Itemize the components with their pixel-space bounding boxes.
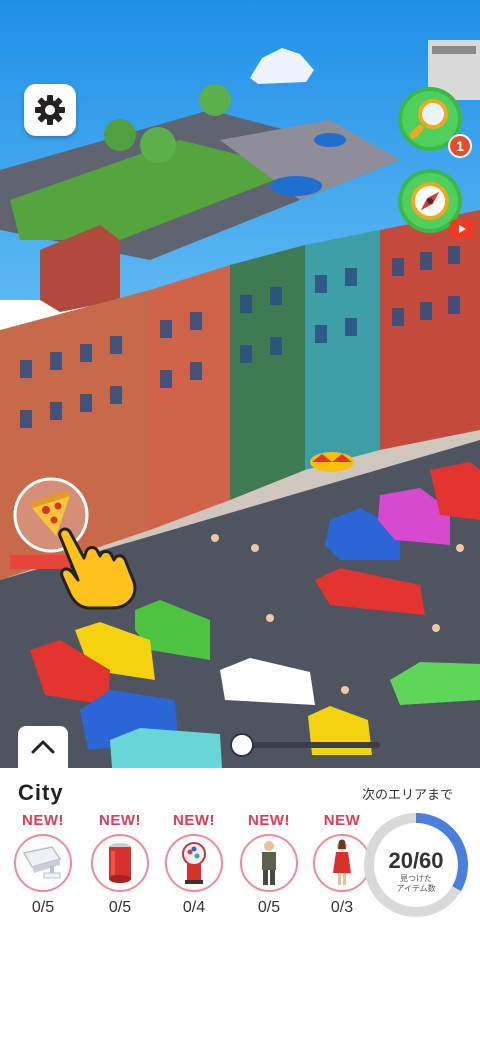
notification-badge: 1 — [448, 134, 472, 158]
item-count: 0/5 — [108, 899, 132, 916]
item-count: 0/5 — [257, 899, 281, 916]
red-can-icon — [109, 843, 131, 883]
target-item-red-can[interactable]: NEW! 0/5 — [89, 812, 151, 917]
man-in-suit-icon — [262, 841, 276, 885]
new-badge: NEW! — [248, 812, 290, 829]
item-count: 0/4 — [182, 899, 206, 916]
woman-in-red-dress-icon — [333, 839, 351, 885]
chevron-up-icon — [31, 740, 55, 754]
target-item-gumball[interactable]: NEW! 0/4 — [163, 812, 225, 917]
settings-button[interactable] — [24, 84, 76, 136]
city-scene[interactable]: 1 — [0, 0, 480, 768]
gear-icon — [35, 95, 65, 125]
progress-caption: 見つけた アイテム数 — [396, 874, 436, 893]
next-area-label: 次のエリアまで — [362, 787, 454, 802]
area-title: City — [18, 780, 64, 805]
gumball-machine-icon — [182, 842, 206, 884]
item-count: 0/5 — [31, 899, 55, 916]
new-badge: NEW! — [173, 812, 215, 829]
collapse-panel-button[interactable] — [18, 726, 68, 768]
new-badge: NEW! — [99, 812, 141, 829]
new-badge: NEW! — [22, 812, 64, 829]
progress-count: 20/60 — [388, 848, 444, 873]
cctv-camera-icon — [22, 846, 62, 879]
target-item-cctv[interactable]: NEW! 0/5 — [12, 812, 74, 917]
video-ad-icon — [450, 220, 474, 238]
target-item-man-in-suit[interactable]: NEW! 0/5 — [238, 812, 300, 917]
zoom-slider-knob[interactable] — [230, 733, 254, 757]
tap-hint-hand-icon — [50, 522, 150, 612]
